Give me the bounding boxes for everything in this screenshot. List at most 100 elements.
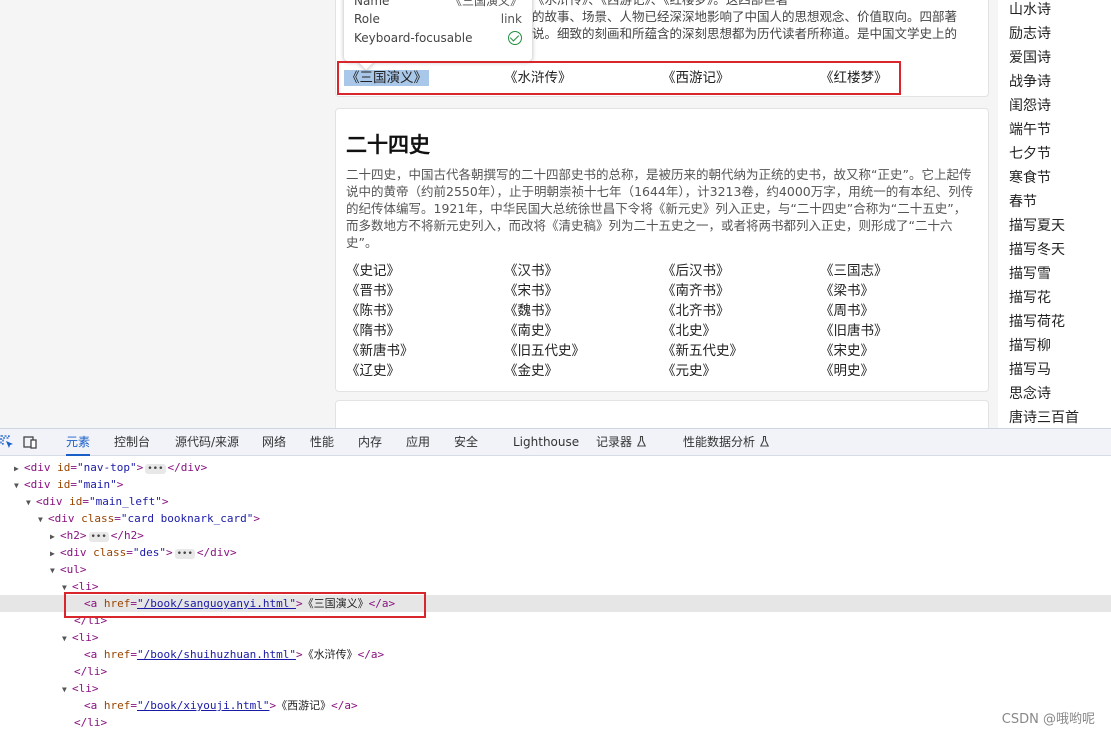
expand-triangle-icon[interactable]: ▶ — [50, 528, 60, 545]
sidebar-item[interactable]: 端午节 — [998, 118, 1111, 142]
card-description: 二十四史，中国古代各朝撰写的二十四部史书的总称，是被历来的朝代纳为正统的史书，故… — [346, 167, 974, 250]
collapse-triangle-icon[interactable]: ▼ — [38, 511, 48, 528]
book-link[interactable]: 《旧唐书》 — [820, 323, 888, 339]
book-link[interactable]: 《旧五代史》 — [504, 343, 585, 359]
book-link[interactable]: 《汉书》 — [504, 263, 558, 279]
sidebar-item[interactable]: 描写冬天 — [998, 238, 1111, 262]
book-link[interactable]: 《辽史》 — [346, 363, 400, 379]
list-item: 《魏书》 — [504, 301, 662, 321]
inspect-element-icon[interactable] — [0, 435, 14, 449]
book-link[interactable]: 《隋书》 — [346, 323, 400, 339]
tab-elements[interactable]: 元素 — [66, 429, 91, 456]
book-link[interactable]: 《史记》 — [346, 263, 400, 279]
href-link[interactable]: "/book/xiyouji.html" — [137, 699, 269, 712]
tab-network[interactable]: 网络 — [262, 429, 286, 456]
book-link[interactable]: 《周书》 — [820, 303, 874, 319]
book-link[interactable]: 《宋史》 — [820, 343, 874, 359]
book-link[interactable]: 《梁书》 — [820, 283, 874, 299]
sidebar-item[interactable]: 春节 — [998, 190, 1111, 214]
four-classics-description: 《水浒传》、《西游记》、《红楼梦》。这四部巨著 的故事、场景、人物已经深深地影响… — [532, 0, 958, 41]
highlight-annotation-box — [64, 592, 426, 618]
list-item: 《旧五代史》 — [504, 341, 662, 361]
book-link[interactable]: 《陈书》 — [346, 303, 400, 319]
dom-node-main[interactable]: ▼ <div id="main"> — [0, 476, 1111, 493]
sidebar-item[interactable]: 战争诗 — [998, 70, 1111, 94]
dom-node-nav-top[interactable]: ▶ <div id="nav-top"> ••• </div> — [0, 459, 1111, 476]
card-title: 二十四史 — [346, 133, 430, 157]
sidebar-item[interactable]: 励志诗 — [998, 22, 1111, 46]
dom-node-a-xiyouji[interactable]: <a href="/book/xiyouji.html">《西游记》</a> — [0, 697, 1111, 714]
sidebar-item[interactable]: 山水诗 — [998, 0, 1111, 22]
href-link[interactable]: "/book/shuihuzhuan.html" — [137, 648, 296, 661]
next-card — [335, 400, 989, 428]
expand-triangle-icon[interactable]: ▶ — [50, 545, 60, 562]
list-item: 《南史》 — [504, 321, 662, 341]
book-link[interactable]: 《元史》 — [662, 363, 716, 379]
tab-sources[interactable]: 源代码/来源 — [175, 429, 239, 456]
book-link[interactable]: 《新唐书》 — [346, 343, 414, 359]
screenshot: { "card1": { "desc_line1": "《水浒传》、《西游记》、… — [0, 0, 1111, 735]
book-link[interactable]: 《明史》 — [820, 363, 874, 379]
sidebar-item[interactable]: 唐诗三百首 — [998, 406, 1111, 428]
sidebar-item[interactable]: 寒食节 — [998, 166, 1111, 190]
ellipsis-icon[interactable]: ••• — [145, 464, 166, 474]
sidebar-item[interactable]: 描写马 — [998, 358, 1111, 382]
sidebar-item[interactable]: 七夕节 — [998, 142, 1111, 166]
book-link[interactable]: 《晋书》 — [346, 283, 400, 299]
book-link[interactable]: 《南史》 — [504, 323, 558, 339]
list-item: 《旧唐书》 — [820, 321, 978, 341]
inspect-tooltip: Name 《三国演义》 Role link Keyboard-focusable — [344, 0, 532, 70]
sidebar-item[interactable]: 描写夏天 — [998, 214, 1111, 238]
ellipsis-icon[interactable]: ••• — [88, 532, 109, 542]
book-link[interactable]: 《南齐书》 — [662, 283, 730, 299]
expand-triangle-icon[interactable]: ▶ — [14, 460, 24, 477]
dom-node-li[interactable]: ▼ <li> — [0, 629, 1111, 646]
sidebar-item[interactable]: 描写柳 — [998, 334, 1111, 358]
dom-node-li-close: </li> — [74, 716, 108, 729]
book-link[interactable]: 《新五代史》 — [662, 343, 743, 359]
sidebar-item[interactable]: 描写花 — [998, 286, 1111, 310]
book-link[interactable]: 《魏书》 — [504, 303, 558, 319]
watermark: CSDN @哦哟呢 — [1001, 712, 1095, 727]
dom-node-main-left[interactable]: ▼ <div id="main_left"> — [0, 493, 1111, 510]
tab-memory[interactable]: 内存 — [358, 429, 382, 456]
tab-lighthouse[interactable]: Lighthouse — [513, 429, 579, 456]
tooltip-name-value: 《三国演义》 — [449, 0, 522, 8]
list-item: 《辽史》 — [346, 361, 504, 381]
collapse-triangle-icon[interactable]: ▼ — [62, 681, 72, 698]
list-item: 《北史》 — [662, 321, 820, 341]
tab-security[interactable]: 安全 — [454, 429, 478, 456]
dom-node-des[interactable]: ▶ <div class="des"> ••• </div> — [0, 544, 1111, 561]
sidebar-item[interactable]: 爱国诗 — [998, 46, 1111, 70]
book-link[interactable]: 《金史》 — [504, 363, 558, 379]
highlight-annotation-box — [337, 61, 901, 95]
dom-node-a-shuihuzhuan[interactable]: <a href="/book/shuihuzhuan.html">《水浒传》</… — [0, 646, 1111, 663]
list-item: 《北齐书》 — [662, 301, 820, 321]
sidebar-item[interactable]: 描写荷花 — [998, 310, 1111, 334]
tab-performance-insights[interactable]: 性能数据分析 — [683, 429, 770, 456]
book-link[interactable]: 《北史》 — [662, 323, 716, 339]
ellipsis-icon[interactable]: ••• — [174, 549, 195, 559]
collapse-triangle-icon[interactable]: ▼ — [50, 562, 60, 579]
dom-node-card[interactable]: ▼ <div class="card booknark_card"> — [0, 510, 1111, 527]
book-link[interactable]: 《北齐书》 — [662, 303, 730, 319]
book-link[interactable]: 《三国志》 — [820, 263, 888, 279]
tab-recorder[interactable]: 记录器 — [596, 429, 647, 456]
collapse-triangle-icon[interactable]: ▼ — [14, 477, 24, 494]
sidebar-item[interactable]: 思念诗 — [998, 382, 1111, 406]
collapse-triangle-icon[interactable]: ▼ — [62, 630, 72, 647]
tab-application[interactable]: 应用 — [406, 429, 430, 456]
sidebar-item[interactable]: 描写雪 — [998, 262, 1111, 286]
dom-node-li[interactable]: ▼ <li> — [0, 680, 1111, 697]
book-link[interactable]: 《宋书》 — [504, 283, 558, 299]
check-circle-icon — [508, 31, 522, 45]
sidebar-item[interactable]: 闺怨诗 — [998, 94, 1111, 118]
collapse-triangle-icon[interactable]: ▼ — [26, 494, 36, 511]
dom-node-h2[interactable]: ▶ <h2> ••• </h2> — [0, 527, 1111, 544]
device-toolbar-icon[interactable] — [23, 435, 37, 449]
book-link[interactable]: 《后汉书》 — [662, 263, 730, 279]
tab-console[interactable]: 控制台 — [114, 429, 150, 456]
list-item: 《后汉书》 — [662, 261, 820, 281]
dom-node-ul[interactable]: ▼ <ul> — [0, 561, 1111, 578]
tab-performance[interactable]: 性能 — [310, 429, 334, 456]
